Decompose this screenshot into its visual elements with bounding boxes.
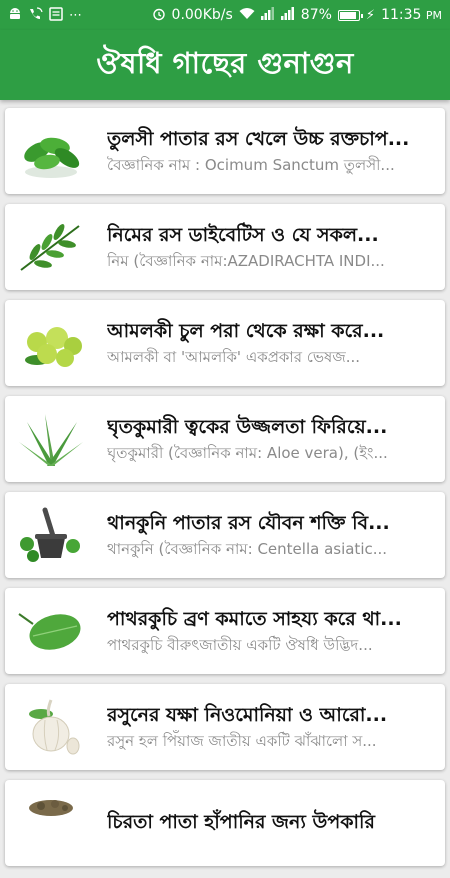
list-item[interactable]: নিমের রস ডাইবেটিস ও যে সকল... নিম (বৈজ্ঞ…	[5, 204, 445, 290]
item-description: থানকুনি (বৈজ্ঞানিক নাম: Centella asiatic…	[107, 540, 388, 558]
clock-time: 11:35	[381, 7, 422, 23]
item-description: রসুন হল পিঁয়াজ জাতীয় একটি ঝাঁঝালো স...	[107, 732, 377, 750]
app-title: ঔষধি গাছের গুনাগুন	[96, 45, 354, 80]
charging-icon: ⚡	[365, 7, 376, 23]
message-icon	[49, 6, 63, 24]
list-item[interactable]: পাথরকুচি ব্রণ কমাতে সাহয্য করে থা... পাথ…	[5, 588, 445, 674]
clock: 11:35 PM	[381, 7, 442, 23]
herb-list[interactable]: তুলসী পাতার রস খেলে উচ্চ রক্তচাপ... বৈজ্…	[0, 100, 450, 878]
chirota-image	[11, 787, 91, 859]
status-bar: ⋯ 0.00Kb/s 87% ⚡ 11:35 PM	[0, 0, 450, 30]
item-title: থানকুনি পাতার রস যৌবন শক্তি বি...	[107, 512, 390, 534]
item-title: নিমের রস ডাইবেটিস ও যে সকল...	[107, 224, 379, 246]
list-item[interactable]: আমলকী চুল পরা থেকে রক্ষা করে... আমলকী বা…	[5, 300, 445, 386]
battery-percent: 87%	[300, 7, 332, 23]
aloe-vera-image	[11, 403, 91, 475]
item-description: নিম (বৈজ্ঞানিক নাম:AZADIRACHTA INDI...	[107, 252, 385, 270]
item-title: আমলকী চুল পরা থেকে রক্ষা করে...	[107, 320, 385, 342]
phone-wifi-icon	[28, 6, 43, 24]
battery-icon	[337, 9, 363, 21]
list-item[interactable]: রসুনের যক্ষা নিওমোনিয়া ও আরো... রসুন হল…	[5, 684, 445, 770]
item-title: পাথরকুচি ব্রণ কমাতে সাহয্য করে থা...	[107, 608, 402, 630]
item-description: ঘৃতকুমারী (বৈজ্ঞানিক নাম: Aloe vera), (ই…	[107, 444, 388, 462]
garlic-image	[11, 691, 91, 763]
item-description: আমলকী বা 'আমলকি' একপ্রকার ভেষজ...	[107, 348, 361, 366]
wifi-icon	[239, 7, 255, 23]
tulsi-leaves-image	[11, 115, 91, 187]
neem-leaves-image	[11, 211, 91, 283]
clock-ampm: PM	[425, 9, 442, 22]
alarm-icon	[152, 7, 166, 24]
list-item[interactable]: তুলসী পাতার রস খেলে উচ্চ রক্তচাপ... বৈজ্…	[5, 108, 445, 194]
item-title: রসুনের যক্ষা নিওমোনিয়া ও আরো...	[107, 704, 388, 726]
status-bar-right: 0.00Kb/s 87% ⚡ 11:35 PM	[152, 7, 442, 24]
thankuni-mortar-image	[11, 499, 91, 571]
android-icon	[8, 7, 22, 24]
item-description: বৈজ্ঞানিক নাম : Ocimum Sanctum তুলসী...	[107, 156, 395, 174]
item-title: তুলসী পাতার রস খেলে উচ্চ রক্তচাপ...	[107, 128, 410, 150]
app-bar: ঔষধি গাছের গুনাগুন	[0, 30, 450, 100]
signal-icon	[260, 7, 275, 23]
item-title: চিরতা পাতা হাঁপানির জন্য উপকারি	[107, 811, 375, 833]
pathorkuchi-leaf-image	[11, 595, 91, 667]
status-bar-left: ⋯	[8, 6, 82, 24]
list-item[interactable]: থানকুনি পাতার রস যৌবন শক্তি বি... থানকুন…	[5, 492, 445, 578]
item-description: পাথরকুচি বীরুৎজাতীয় একটি ঔষধি উদ্ভিদ...	[107, 636, 373, 654]
network-speed: 0.00Kb/s	[171, 7, 233, 23]
list-item[interactable]: ঘৃতকুমারী ত্বকের উজ্জলতা ফিরিয়ে... ঘৃতক…	[5, 396, 445, 482]
more-dots-icon: ⋯	[69, 7, 82, 23]
amla-fruit-image	[11, 307, 91, 379]
signal-icon	[280, 7, 295, 23]
item-title: ঘৃতকুমারী ত্বকের উজ্জলতা ফিরিয়ে...	[107, 416, 388, 438]
list-item[interactable]: চিরতা পাতা হাঁপানির জন্য উপকারি	[5, 780, 445, 866]
